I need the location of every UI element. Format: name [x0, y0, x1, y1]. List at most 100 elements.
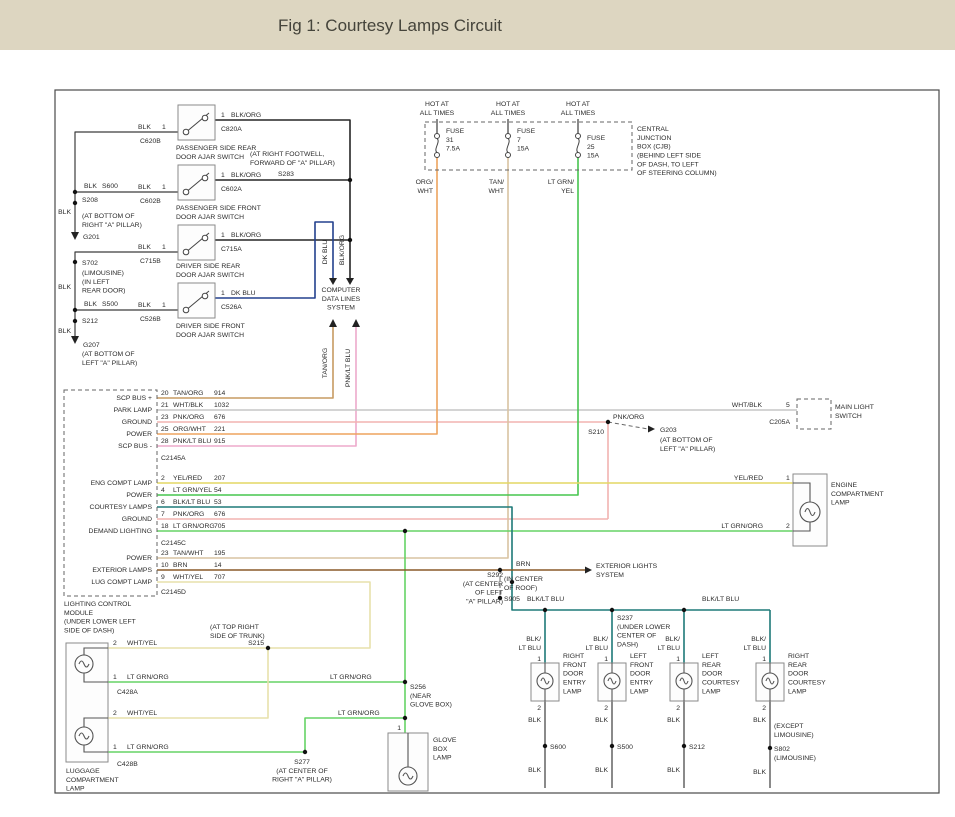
connector-label: C602A	[221, 186, 242, 193]
wire-label: PNK/ORG	[173, 511, 204, 518]
system-reference: COMPUTERDATA LINESSYSTEM	[322, 287, 361, 312]
wire-label: TAN/WHT	[173, 550, 203, 557]
switch-box	[178, 165, 215, 200]
location-note: (AT BOTTOM OFRIGHT "A" PILLAR)	[82, 213, 142, 229]
splice-label: S702	[82, 260, 98, 267]
pin-function: POWER	[126, 431, 152, 438]
connector-label: C526A	[221, 304, 242, 311]
wire-label: WHT/YEL	[127, 640, 157, 647]
pin-label: 1	[113, 674, 117, 681]
pin-label: 20	[161, 390, 169, 397]
pin-function: SCP BUS -	[118, 443, 152, 450]
wire-label: WHT/BLK	[732, 402, 763, 409]
pin-label: 7	[161, 511, 165, 518]
variant-note: (LIMOUSINE)	[774, 755, 816, 762]
wire-label: BLK	[528, 767, 541, 774]
circuit-number: 676	[214, 414, 226, 421]
pin-label: 2	[113, 640, 117, 647]
splice-label: S212	[82, 318, 98, 325]
wire-label: BLK/LT BLU	[527, 596, 564, 603]
circuit-number: 707	[214, 574, 226, 581]
pin-label: 1	[162, 124, 166, 131]
pin-label: 2	[537, 705, 541, 712]
wire-label: WHT/YEL	[173, 574, 203, 581]
circuit-number: 207	[214, 475, 226, 482]
connector-label: C602B	[140, 198, 161, 205]
wire-label: BLK/LT BLU	[173, 499, 210, 506]
pin-label: 23	[161, 414, 169, 421]
splice-label: S500	[617, 744, 633, 751]
splice-label: S215	[248, 640, 264, 647]
connector-label: C2145D	[161, 589, 186, 596]
pin-label: 1	[113, 744, 117, 751]
pin-label: 1	[162, 244, 166, 251]
ground-label: G207	[83, 342, 100, 349]
component-name: DRIVER SIDE REARDOOR AJAR SWITCH	[176, 263, 244, 279]
wire-label: LT GRN/ORG	[127, 674, 169, 681]
wire-label: BLK	[753, 769, 766, 776]
pin-label: 1	[221, 172, 225, 179]
pin-label: 5	[786, 402, 790, 409]
connector-label: C428B	[117, 761, 138, 768]
location-note: (AT BOTTOM OFLEFT "A" PILLAR)	[660, 437, 715, 453]
wire-label: BLK	[58, 284, 71, 291]
pin-label: 2	[786, 523, 790, 530]
pin-label: 1	[221, 290, 225, 297]
pin-label: 1	[162, 184, 166, 191]
wire-label: BRN	[173, 562, 187, 569]
wire-label: BLK	[667, 767, 680, 774]
pin-label: 1	[676, 656, 680, 663]
wire-label: DK BLU	[231, 290, 256, 297]
wire-label: TAN/ORG	[173, 390, 203, 397]
wire-label: LT GRN/ORG	[127, 744, 169, 751]
wire-label: LT GRN/ORG	[721, 523, 763, 530]
pin-function: GROUND	[122, 419, 152, 426]
wiring-diagram: Fig 1: Courtesy Lamps Circuit	[0, 0, 955, 812]
splice-label: S210	[588, 429, 604, 436]
pin-label: 2	[113, 710, 117, 717]
circuit-number: 914	[214, 390, 226, 397]
ground-label: G201	[83, 234, 100, 241]
wire-label: BLK	[595, 767, 608, 774]
wire-label: PNK/ORG	[173, 414, 204, 421]
wire-label: BRN	[516, 561, 530, 568]
pin-label: 1	[397, 725, 401, 732]
connector-label: C2145C	[161, 540, 186, 547]
wire-label: BLK	[667, 717, 680, 724]
pin-function: PARK LAMP	[114, 407, 153, 414]
wire-label: PNK/ORG	[613, 414, 644, 421]
wire-label: WHT/YEL	[127, 710, 157, 717]
wire-label: BLK/ORG	[339, 235, 346, 265]
pin-function: POWER	[126, 555, 152, 562]
pin-label: 1	[221, 232, 225, 239]
wire-label: ORG/WHT	[173, 426, 206, 433]
connector-label: C428A	[117, 689, 138, 696]
pin-label: 23	[161, 550, 169, 557]
switch-box	[178, 225, 215, 260]
pin-label: 1	[786, 475, 790, 482]
pin-function: LUG COMPT LAMP	[91, 579, 152, 586]
wire-label: BLK	[753, 717, 766, 724]
pin-label: 25	[161, 426, 169, 433]
pin-function: SCP BUS +	[116, 395, 152, 402]
pin-label: 1	[537, 656, 541, 663]
connector-label: C715B	[140, 258, 161, 265]
pin-label: 6	[161, 499, 165, 506]
wire-label: WHT/BLK	[173, 402, 204, 409]
pin-label: 1	[762, 656, 766, 663]
pin-label: 1	[604, 656, 608, 663]
circuit-number: 1032	[214, 402, 229, 409]
pin-label: 9	[161, 574, 165, 581]
connector-label: C205A	[769, 419, 790, 426]
pin-label: 2	[604, 705, 608, 712]
splice-label: S212	[689, 744, 705, 751]
wire-label: LT GRN/YEL	[173, 487, 212, 494]
pin-function: ENG COMPT LAMP	[91, 480, 153, 487]
wire-label: TAN/ORG	[322, 348, 329, 378]
circuit-number: 705	[214, 523, 226, 530]
wire-label: PNK/LT BLU	[345, 349, 352, 387]
splice-label: S208	[82, 197, 98, 204]
splice-label: S283	[278, 171, 294, 178]
pin-function: DEMAND LIGHTING	[89, 528, 152, 535]
pin-label: 2	[161, 475, 165, 482]
